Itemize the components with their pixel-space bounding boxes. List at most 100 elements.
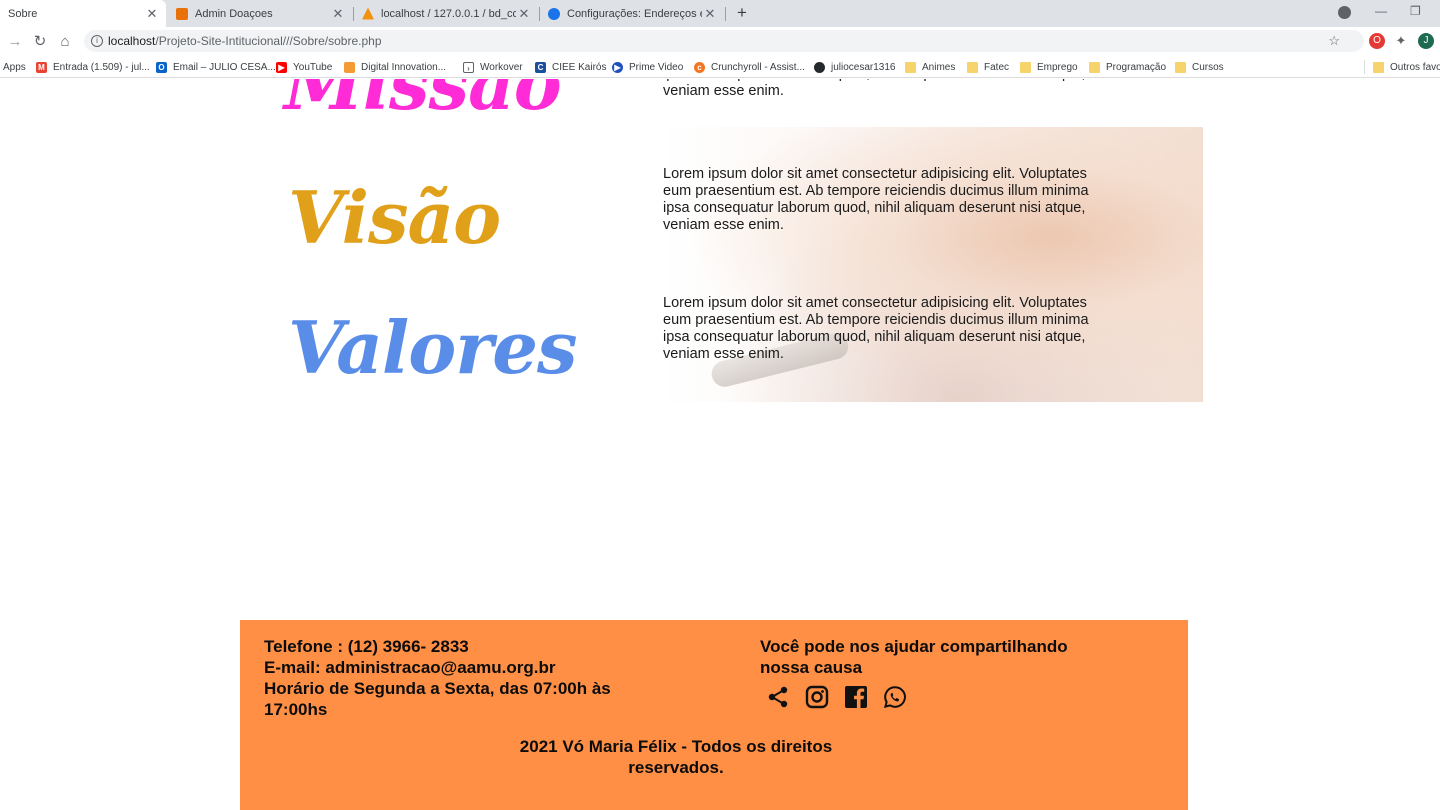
tab-phpmyadmin[interactable]: localhost / 127.0.0.1 / bd_contat ✕ [354,0,538,27]
visao-heading: Visão [288,175,501,260]
bookmark-outlook[interactable]: O Email – JULIO CESA... [156,59,276,75]
bookmark-label: Fatec [984,61,1010,73]
new-tab-button[interactable]: + [732,3,752,23]
bookmark-folder-fatec[interactable]: Fatec [967,59,1009,75]
back-arrow-icon[interactable]: → [5,32,25,52]
outlook-icon: O [156,61,167,73]
bookmark-label: juliocesar1316 [831,61,896,73]
bookmark-label: Crunchyroll - Assist... [711,61,805,73]
folder-icon [1373,61,1384,73]
instagram-icon[interactable] [805,685,829,709]
tab-sobre[interactable]: Sobre ✕ [0,0,166,27]
email-text: E-mail: administracao@aamu.org.br [264,658,556,677]
share-text: Você pode nos ajudar compartilhando noss… [760,637,1068,677]
tab-settings[interactable]: Configurações: Endereços e mais ✕ [540,0,724,27]
bookmark-folder-cursos[interactable]: Cursos [1175,59,1224,75]
bookmark-folder-programacao[interactable]: Programação [1089,59,1166,75]
bookmark-label: YouTube [293,61,333,73]
bookmark-digital-innovation[interactable]: Digital Innovation... [344,59,446,75]
bookmark-prime-video[interactable]: ▶ Prime Video [612,59,683,75]
missao-heading: Missão [284,79,562,126]
info-icon[interactable]: i [91,35,103,47]
address-bar[interactable]: i localhost/Projeto-Site-Intitucional///… [84,30,1364,52]
share-icon[interactable] [766,685,790,709]
youtube-icon: ▶ [276,61,287,73]
home-icon[interactable]: ⌂ [55,32,75,52]
extensions-puzzle-icon[interactable]: ✦ [1393,33,1409,49]
visao-text: Lorem ipsum dolor sit amet consectetur a… [663,166,1089,233]
ciee-icon: C [535,61,546,73]
bookmark-youtube[interactable]: ▶ YouTube [276,59,332,75]
site-footer: Telefone : (12) 3966- 2833 E-mail: admin… [240,620,1188,810]
bookmark-folder-animes[interactable]: Animes [905,59,955,75]
bookmark-gmail[interactable]: M Entrada (1.509) - jul... [36,59,150,75]
minimize-icon[interactable]: — [1375,4,1387,18]
tab-strip: Sobre ✕ Admin Doaçoes ✕ localhost / 127.… [0,0,1440,27]
tab-label: Admin Doaçoes [195,7,273,20]
bookmarks-divider [1364,60,1365,74]
close-icon[interactable]: ✕ [702,6,718,22]
bookmark-workover[interactable]: › Workover [463,59,523,75]
folder-icon [1175,61,1186,73]
url-host: localhost [108,34,156,48]
bookmark-star-icon[interactable]: ☆ [1328,30,1340,52]
bookmark-label: Emprego [1037,61,1078,73]
gear-icon [548,7,560,20]
bookmark-label: Entrada (1.509) - jul... [53,61,150,73]
folder-icon [1020,61,1031,73]
tab-label: localhost / 127.0.0.1 / bd_contat [381,7,516,20]
workover-icon: › [463,61,474,73]
reload-icon[interactable]: ↻ [30,32,50,52]
tab-admin-doacoes[interactable]: Admin Doaçoes ✕ [168,0,352,27]
restore-icon[interactable]: ❐ [1410,4,1421,18]
bookmark-label: Apps [3,61,26,73]
prime-video-icon: ▶ [612,61,623,73]
bookmark-label: CIEE Kairós [552,61,607,73]
bookmark-label: Outros favo [1390,61,1440,73]
opera-extension-icon[interactable]: O [1369,33,1385,49]
bookmark-ciee[interactable]: C CIEE Kairós [535,59,606,75]
folder-icon [967,61,978,73]
admin-favicon-icon [176,7,188,20]
copyright-text: 2021 Vó Maria Félix - Todos os direitos … [519,737,833,777]
bookmark-github[interactable]: juliocesar1316 [814,59,896,75]
tab-label: Configurações: Endereços e mais [567,7,702,20]
folder-icon [1089,61,1100,73]
bookmark-label: Cursos [1192,61,1224,73]
bookmark-label: Workover [480,61,523,73]
bookmark-crunchyroll[interactable]: c Crunchyroll - Assist... [694,59,805,75]
tab-divider [725,7,726,21]
dio-icon [344,61,355,73]
phone-text: Telefone : (12) 3966- 2833 [264,637,469,656]
crunchyroll-icon: c [694,61,705,73]
tab-label: Sobre [8,7,38,20]
tab-search-icon[interactable] [1338,6,1351,19]
bookmark-label: Animes [922,61,956,73]
whatsapp-icon[interactable] [883,685,907,709]
contact-info: Telefone : (12) 3966- 2833 E-mail: admin… [264,636,614,720]
hours-text: Horário de Segunda a Sexta, das 07:00h à… [264,679,611,719]
social-links [766,685,907,709]
close-icon[interactable]: ✕ [330,6,346,22]
bookmark-apps[interactable]: Apps [3,59,26,75]
close-icon[interactable]: ✕ [144,6,160,22]
browser-toolbar: → ↻ ⌂ i localhost/Projeto-Site-Intitucio… [0,27,1440,56]
bookmarks-bar: Apps M Entrada (1.509) - jul... O Email – … [0,56,1440,78]
valores-text: Lorem ipsum dolor sit amet consectetur a… [663,295,1089,362]
github-icon [814,61,825,73]
close-icon[interactable]: ✕ [516,6,532,22]
bookmark-label: Prime Video [629,61,684,73]
url-path: /Projeto-Site-Intitucional///Sobre/sobre… [155,34,382,48]
facebook-icon[interactable] [844,685,868,709]
valores-heading: Valores [288,305,578,390]
profile-avatar[interactable]: J [1418,33,1434,49]
page-viewport[interactable]: Missão ipsa consequatur laborum quod, ni… [0,79,1440,810]
bookmark-label: Digital Innovation... [361,61,447,73]
bookmark-label: Email – JULIO CESA... [173,61,276,73]
bookmark-folder-outros[interactable]: Outros favo [1373,59,1440,75]
phpmyadmin-icon [362,7,374,20]
missao-text: ipsa consequatur laborum quod, nihil ali… [663,79,1085,99]
bookmark-folder-emprego[interactable]: Emprego [1020,59,1078,75]
folder-icon [905,61,916,73]
gmail-icon: M [36,61,47,73]
